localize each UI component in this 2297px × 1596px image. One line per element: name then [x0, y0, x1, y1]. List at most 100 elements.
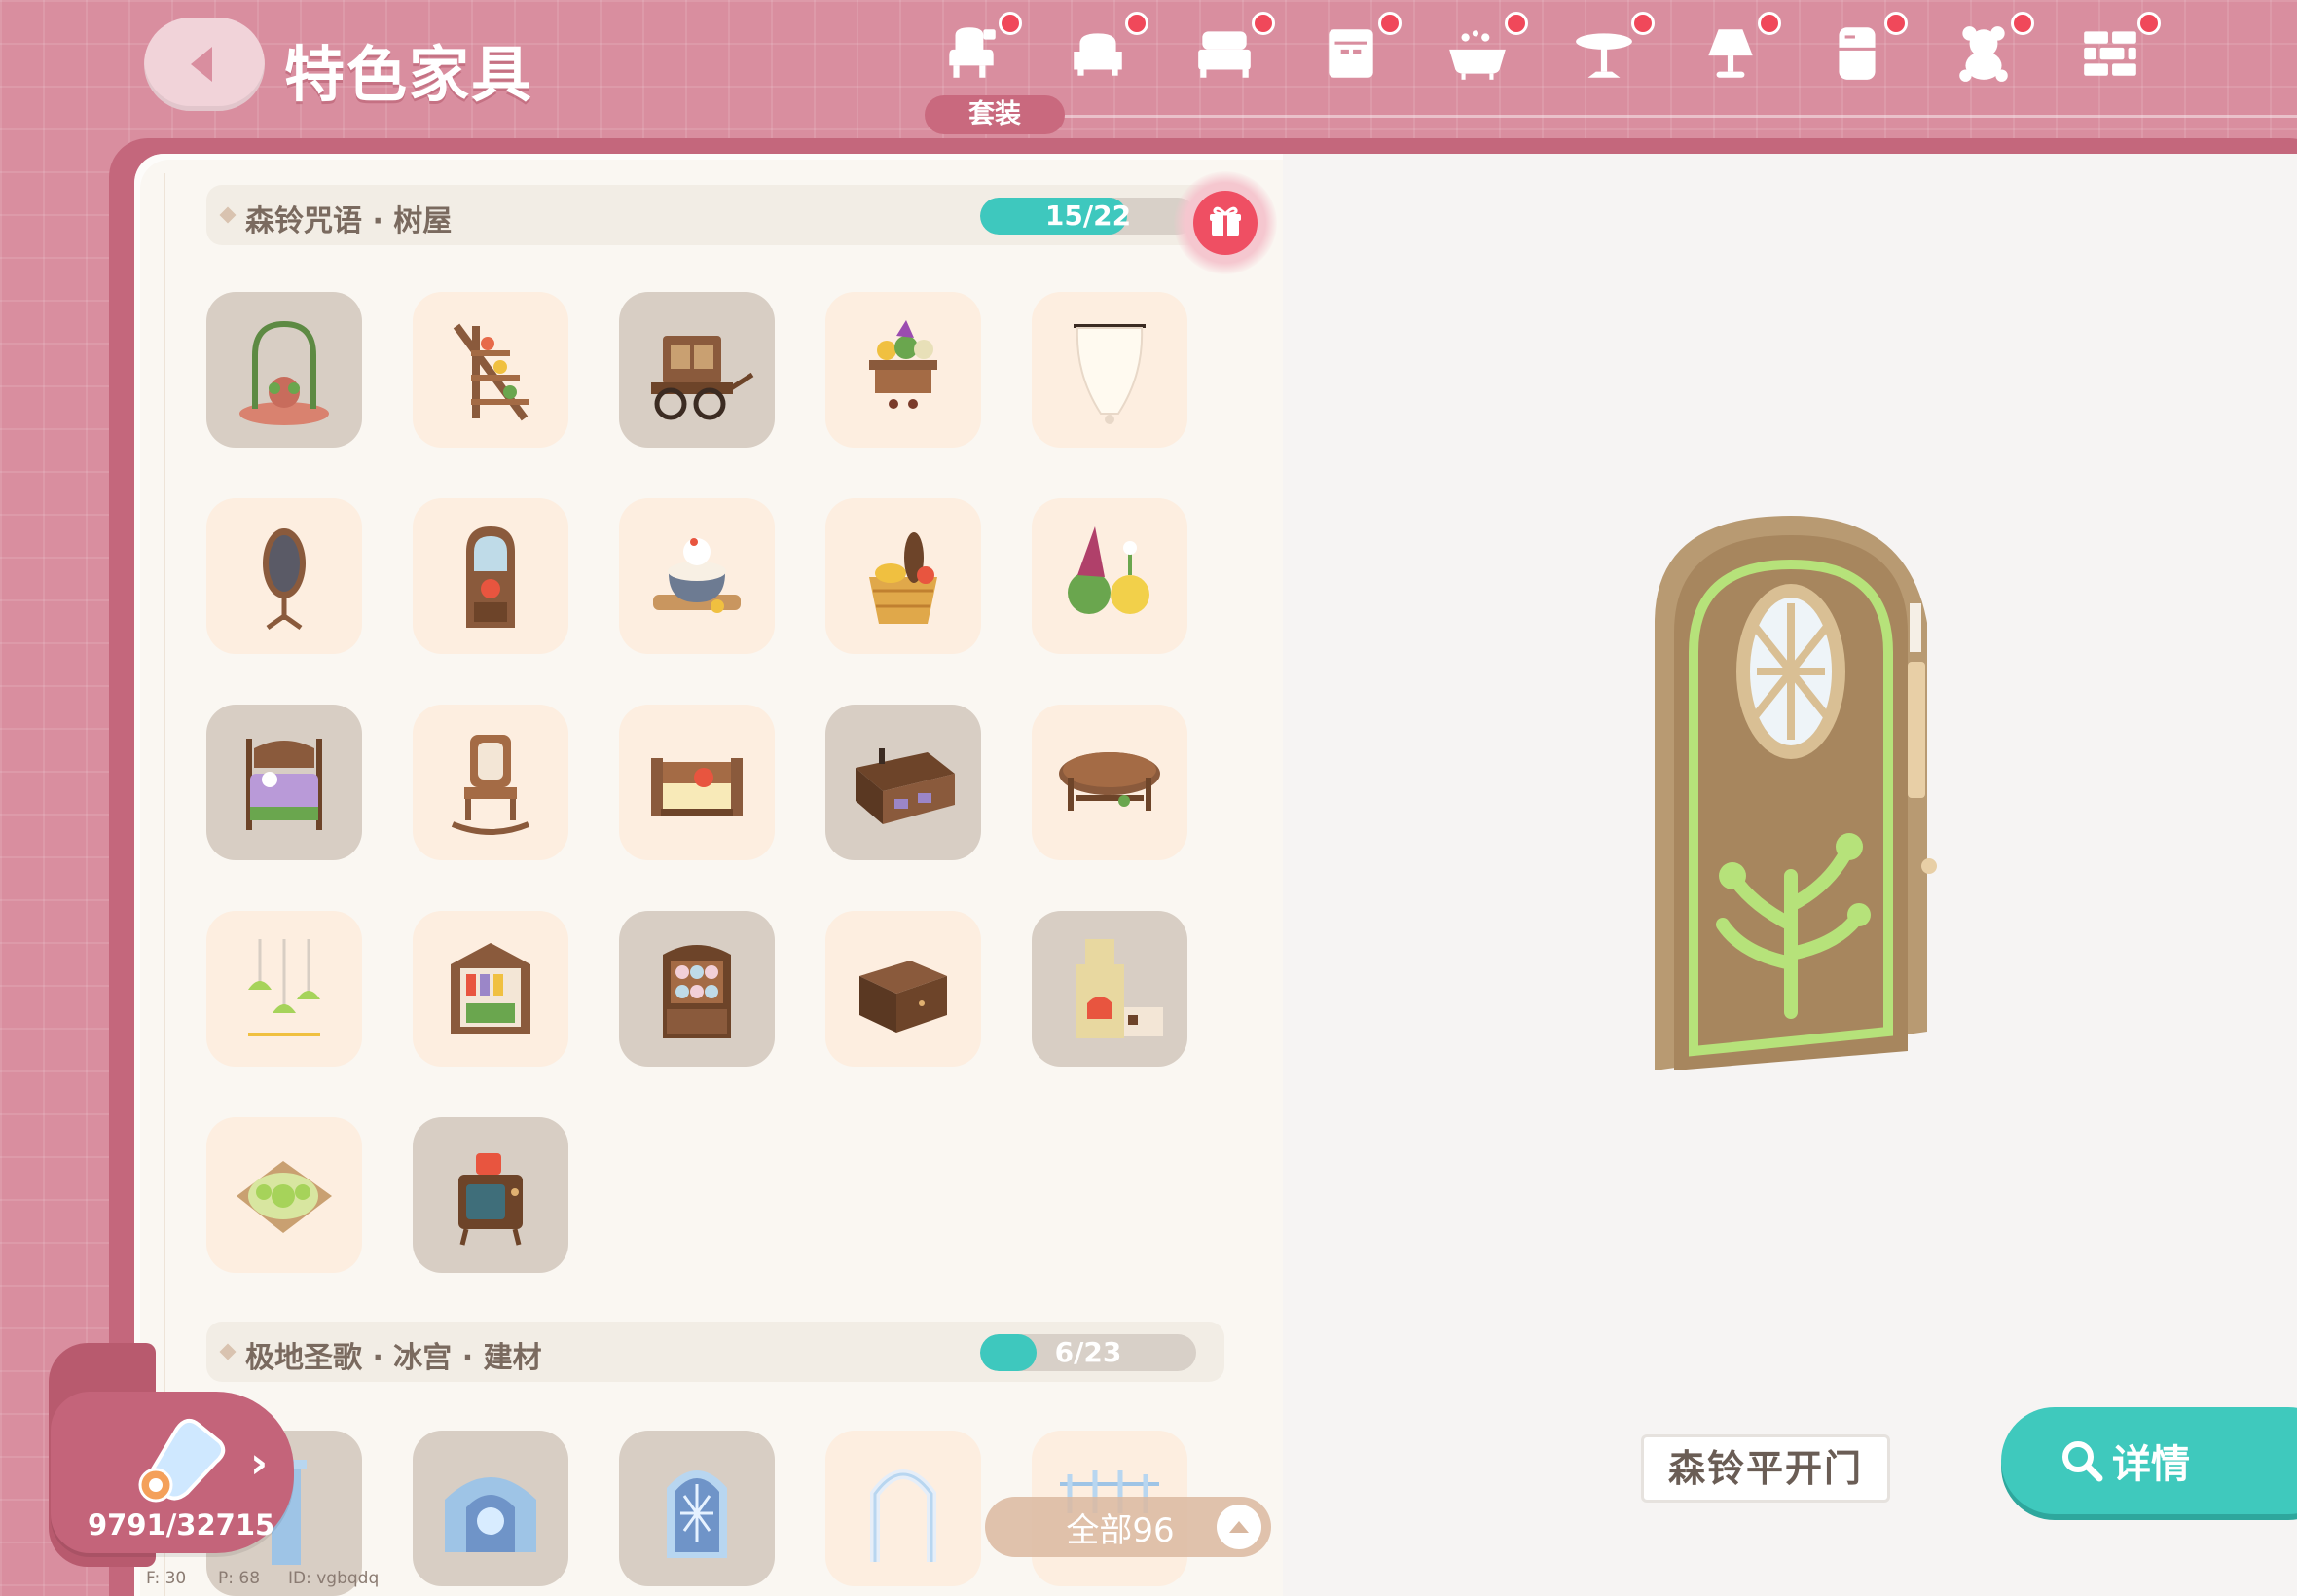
tab-toy[interactable]: [1935, 12, 2034, 117]
ice-arch-icon: [870, 1469, 936, 1562]
section-bullet-icon: [219, 1343, 237, 1360]
furniture-item-rocking-chair[interactable]: [413, 705, 568, 860]
furniture-item-side-table[interactable]: [825, 911, 981, 1067]
retro-tv-icon: [458, 1153, 523, 1246]
debug-fps: F: 30: [146, 1569, 187, 1588]
mirror-icon: [263, 528, 306, 631]
bookshelf-nook-icon: [451, 943, 530, 1034]
detail-button-label: 详情: [2112, 1442, 2190, 1487]
wooden-cart-icon: [651, 336, 754, 420]
furniture-item-standing-mirror[interactable]: [206, 498, 362, 654]
gift-icon: [1193, 191, 1258, 255]
furniture-item-brick-oven[interactable]: [1032, 911, 1187, 1067]
search-icon: [2062, 1441, 2103, 1482]
progress-text: 15/22: [1044, 200, 1132, 232]
furniture-item-plant-ladder-shelf[interactable]: [413, 292, 568, 448]
furniture-item-writing-desk[interactable]: [825, 705, 981, 860]
preview-item-name: 森铃平开门: [1641, 1434, 1890, 1503]
notification-dot: [999, 12, 1022, 35]
detail-button[interactable]: 详情: [2001, 1407, 2297, 1514]
notification-dot: [1631, 12, 1655, 35]
debug-ping: P: 68: [218, 1569, 261, 1588]
furniture-item-canopy-bed[interactable]: [206, 705, 362, 860]
side-table-icon: [859, 961, 947, 1033]
set-name: 森铃咒语 · 树屋: [245, 204, 453, 238]
baking-bowl-icon: [653, 538, 741, 613]
furniture-item-coffee-table[interactable]: [1032, 705, 1187, 860]
notification-dot: [2011, 12, 2034, 35]
furniture-item-ice-gate[interactable]: [413, 1431, 568, 1586]
notification-dot: [1125, 12, 1148, 35]
suit-icon: [937, 19, 1005, 88]
collection-count: 9791/32715: [88, 1508, 275, 1542]
tab-wall[interactable]: [2061, 12, 2161, 117]
filter-all-toggle[interactable]: 全部96: [985, 1497, 1271, 1557]
collection-progress-button[interactable]: 9791/32715 ›: [51, 1392, 294, 1553]
lamp-icon: [1696, 19, 1765, 88]
furniture-item-ice-window[interactable]: [619, 1431, 775, 1586]
hutch-icon: [663, 945, 731, 1038]
vine-arch-icon: [239, 320, 329, 425]
wall-shelf-icon: [869, 320, 937, 409]
furniture-item-fruit-wall-shelf[interactable]: [825, 292, 981, 448]
furniture-item-bookshelf-nook[interactable]: [413, 911, 568, 1067]
furniture-item-retro-tv[interactable]: [413, 1117, 568, 1273]
furniture-item-lace-curtain[interactable]: [1032, 292, 1187, 448]
fridge-icon: [1823, 19, 1891, 88]
furniture-item-vine-arch[interactable]: [206, 292, 362, 448]
set-name: 极地圣歌 · 冰宫 · 建材: [245, 1341, 542, 1375]
furniture-item-bread-basket[interactable]: [825, 498, 981, 654]
tab-bathtub[interactable]: [1429, 12, 1528, 117]
oven-icon: [1076, 939, 1163, 1038]
rocking-chair-icon: [451, 735, 530, 835]
gnome-plush-icon: [1068, 526, 1149, 614]
chevron-up-icon: [1217, 1505, 1261, 1549]
ice-window-icon: [667, 1470, 727, 1558]
tab-bed[interactable]: [1176, 12, 1275, 117]
armchair-icon: [1064, 19, 1132, 88]
progress-text: 6/23: [1054, 1336, 1122, 1368]
tab-cabinet[interactable]: [1302, 12, 1402, 117]
furniture-item-plate-hutch[interactable]: [619, 911, 775, 1067]
set-progress-bar: 6/23: [980, 1334, 1196, 1371]
furniture-item-baking-bowl[interactable]: [619, 498, 775, 654]
set-header-ice-palace[interactable]: 极地圣歌 · 冰宫 · 建材 6/23: [206, 1322, 1224, 1382]
furniture-item-daybed-sofa[interactable]: [619, 705, 775, 860]
filter-all-label: 全部96: [1066, 1510, 1175, 1550]
ice-gate-icon: [445, 1477, 536, 1552]
set-header-treehouse[interactable]: 森铃咒语 · 树屋 15/22: [206, 185, 1224, 245]
furniture-item-leaf-rug[interactable]: [206, 1117, 362, 1273]
hanging-lamp-icon: [248, 939, 320, 1036]
notification-dot: [1378, 12, 1402, 35]
furniture-item-hanging-lamps[interactable]: [206, 911, 362, 1067]
set-reward-gift-button[interactable]: [1174, 171, 1277, 274]
tab-lamp[interactable]: [1682, 12, 1781, 117]
back-arrow-icon: [191, 47, 212, 82]
tab-fridge[interactable]: [1808, 12, 1908, 117]
chevron-right-icon: ›: [250, 1438, 269, 1488]
table-icon: [1570, 19, 1638, 88]
item-preview-door: [1655, 516, 1937, 1070]
puzzle-piece-icon: [138, 1418, 226, 1503]
bread-basket-icon: [869, 532, 937, 624]
furniture-item-wooden-cart[interactable]: [619, 292, 775, 448]
bathtub-icon: [1443, 19, 1512, 88]
furniture-item-arched-cabinet[interactable]: [413, 498, 568, 654]
rug-icon: [237, 1161, 332, 1233]
furniture-item-ice-arch[interactable]: [825, 1431, 981, 1586]
cabinet-icon: [1317, 19, 1385, 88]
tab-armchair[interactable]: [1049, 12, 1148, 117]
bed-item-icon: [246, 739, 322, 830]
back-button[interactable]: [144, 18, 265, 111]
coffee-table-icon: [1059, 752, 1160, 811]
page-title: 特色家具: [284, 39, 534, 110]
section-bullet-icon: [219, 206, 237, 224]
furniture-item-gnome-plushies[interactable]: [1032, 498, 1187, 654]
desk-icon: [856, 748, 955, 824]
notification-dot: [1505, 12, 1528, 35]
tab-table[interactable]: [1555, 12, 1655, 117]
notification-dot: [1252, 12, 1275, 35]
active-tab-label: 套装: [925, 95, 1065, 134]
notification-dot: [1758, 12, 1781, 35]
ladder-shelf-icon: [453, 323, 529, 421]
